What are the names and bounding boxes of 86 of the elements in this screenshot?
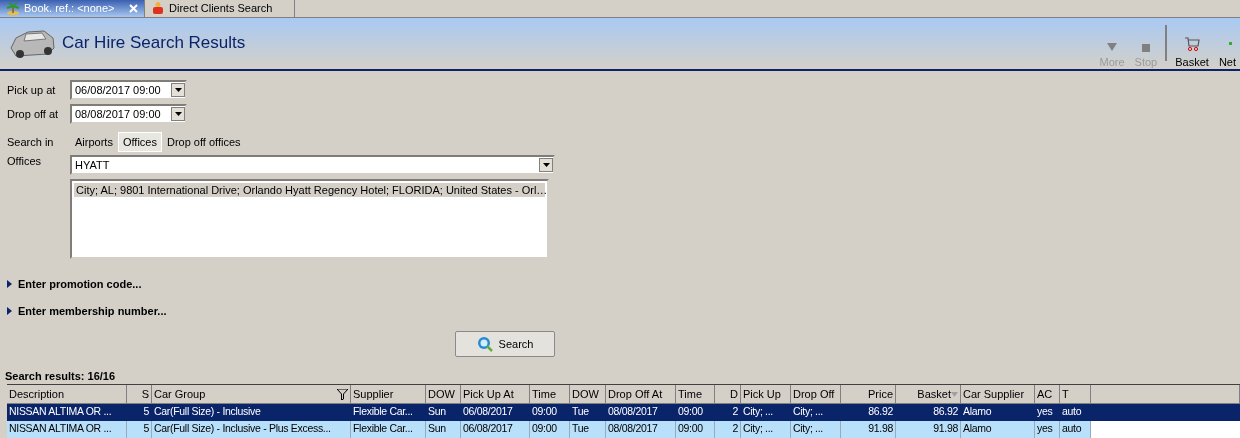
toolbar-button[interactable]: Net — [1216, 36, 1238, 69]
person-icon — [151, 1, 165, 16]
table-cell: Car(Full Size) - Inclusive — [152, 404, 351, 421]
table-cell: NISSAN ALTIMA OR ... — [7, 404, 127, 421]
table-cell: yes — [1035, 421, 1060, 438]
table-cell: Alamo — [961, 421, 1035, 438]
search-button[interactable]: Search — [455, 331, 555, 357]
column-header[interactable]: D — [715, 385, 741, 404]
table-cell: 5 — [127, 404, 152, 421]
table-cell: 06/08/2017 — [461, 404, 530, 421]
table-cell: 08/08/2017 — [606, 404, 676, 421]
table-cell: City; ... — [791, 421, 841, 438]
date-field[interactable]: 08/08/2017 09:00 — [70, 104, 187, 124]
column-header[interactable]: DOW — [426, 385, 461, 404]
table-cell: City; ... — [741, 404, 791, 421]
table-cell: Sun — [426, 404, 461, 421]
table-cell: 2 — [715, 421, 741, 438]
table-cell: Tue — [570, 404, 606, 421]
field-label: Pick up at — [7, 84, 57, 96]
table-cell: 09:00 — [676, 404, 715, 421]
toggle-option[interactable]: Offices — [117, 132, 162, 152]
table-cell: 09:00 — [676, 421, 715, 438]
triangle-down-icon — [1107, 42, 1118, 53]
column-header[interactable]: S — [127, 385, 152, 404]
field-label: Drop off at — [7, 108, 60, 120]
table-cell: 5 — [127, 421, 152, 438]
table-cell: Sun — [426, 421, 461, 438]
column-header[interactable]: Pick Up At — [461, 385, 530, 404]
table-cell: Tue — [570, 421, 606, 438]
column-header[interactable]: Drop Off — [791, 385, 841, 404]
column-header[interactable]: Car Supplier — [961, 385, 1035, 404]
results-count: Search results: 16/16 — [4, 369, 117, 384]
table-cell: City; ... — [741, 421, 791, 438]
table-cell: Car(Full Size) - Inclusive - Plus Excess... — [152, 421, 351, 438]
column-header[interactable]: Basket — [896, 385, 961, 404]
triangle-right-icon[interactable] — [7, 279, 12, 288]
column-header[interactable]: Price — [841, 385, 896, 404]
dropdown-icon[interactable] — [171, 107, 185, 121]
column-header[interactable]: Car Group — [152, 385, 351, 404]
search-icon — [476, 336, 493, 352]
column-header[interactable]: Description — [7, 385, 127, 404]
table-cell: 91.98 — [841, 421, 896, 438]
table-cell: Flexible Car... — [351, 404, 426, 421]
column-header[interactable]: DOW — [570, 385, 606, 404]
cart-icon — [1184, 36, 1201, 53]
column-header[interactable]: Supplier — [351, 385, 426, 404]
table-cell: 2 — [715, 404, 741, 421]
dropdown-icon[interactable] — [171, 83, 185, 97]
table-cell: NISSAN ALTIMA OR ... — [7, 421, 127, 438]
page-title: Car Hire Search Results — [62, 33, 246, 54]
toggle-option[interactable]: Drop off offices — [161, 132, 246, 152]
column-header[interactable]: Time — [530, 385, 570, 404]
expander-link[interactable]: Enter membership number... — [18, 304, 167, 317]
table-cell: City; ... — [791, 404, 841, 421]
date-field[interactable]: 06/08/2017 09:00 — [70, 80, 187, 100]
close-icon[interactable] — [129, 3, 138, 13]
palm-tree-icon — [6, 1, 20, 16]
column-header[interactable]: AC — [1035, 385, 1060, 404]
column-header[interactable]: Time — [676, 385, 715, 404]
expander-link[interactable]: Enter promotion code... — [18, 277, 142, 290]
table-cell: 06/08/2017 — [461, 421, 530, 438]
table-cell: Flexible Car... — [351, 421, 426, 438]
net-icon — [1228, 42, 1232, 46]
table-cell: 91.98 — [896, 421, 961, 438]
column-header[interactable]: Drop Off At — [606, 385, 676, 404]
table-cell: 86.92 — [896, 404, 961, 421]
field-label: Offices — [7, 155, 43, 167]
table-cell: 86.92 — [841, 404, 896, 421]
table-cell: 09:00 — [530, 421, 570, 438]
column-header[interactable]: T — [1060, 385, 1091, 404]
table-cell: Alamo — [961, 404, 1035, 421]
office-combo-field[interactable]: HYATT — [70, 155, 555, 175]
dropdown-icon[interactable] — [539, 158, 553, 172]
table-cell: auto — [1060, 421, 1091, 438]
toggle-option[interactable]: Airports — [70, 132, 118, 152]
table-cell: 08/08/2017 — [606, 421, 676, 438]
filter-icon[interactable] — [337, 388, 348, 400]
field-label: Search in — [7, 136, 55, 148]
table-cell: yes — [1035, 404, 1060, 421]
column-header[interactable]: Pick Up — [741, 385, 791, 404]
stop-icon — [1141, 44, 1150, 53]
toolbar-button[interactable]: Basket — [1173, 36, 1211, 69]
table-cell: 09:00 — [530, 404, 570, 421]
table-cell: auto — [1060, 404, 1091, 421]
list-item[interactable]: City; AL; 9801 International Drive; Orlando Hyatt Regency Hotel; FLORIDA; United States - Orl… — [74, 183, 545, 197]
triangle-right-icon[interactable] — [7, 306, 12, 315]
